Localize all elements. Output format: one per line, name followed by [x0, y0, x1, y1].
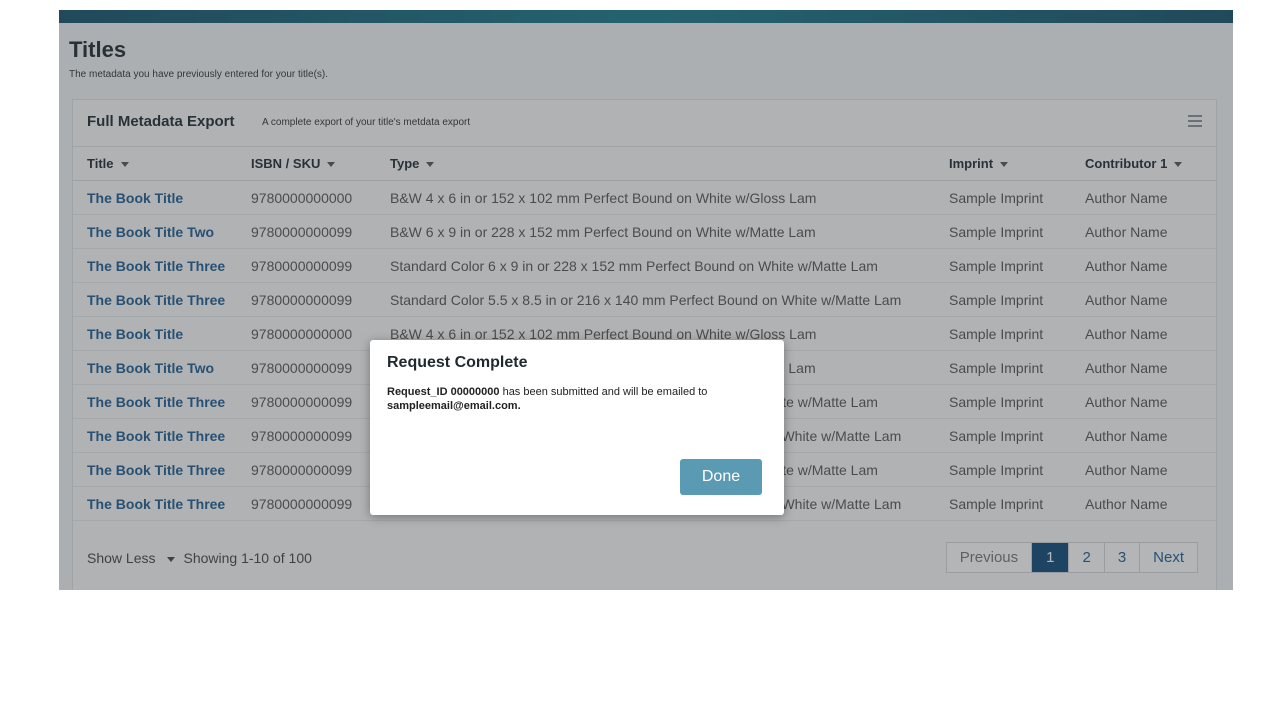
done-button[interactable]: Done	[680, 459, 762, 495]
dialog-message: Request_ID 00000000 has been submitted a…	[387, 385, 727, 413]
request-complete-dialog: Request Complete Request_ID 00000000 has…	[370, 340, 784, 515]
dialog-title: Request Complete	[387, 354, 528, 371]
email-address: sampleemail@email.com.	[387, 400, 521, 412]
request-id: Request_ID 00000000	[387, 386, 500, 398]
message-text: has been submitted and will be emailed t…	[499, 386, 708, 398]
